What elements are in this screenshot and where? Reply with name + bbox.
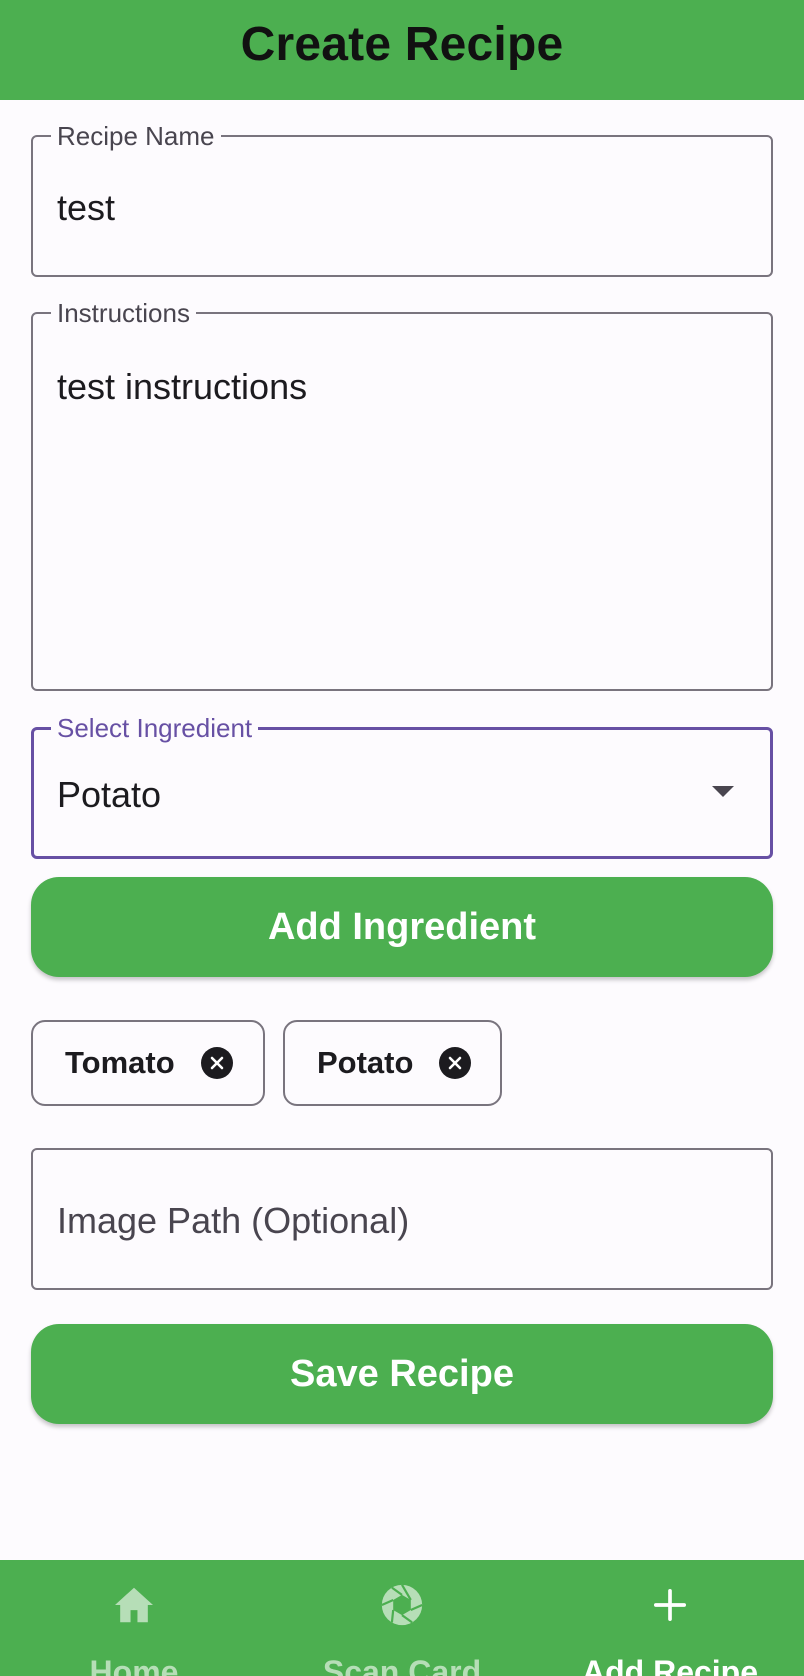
nav-label-scan-card: Scan Card <box>322 1654 482 1676</box>
plus-icon <box>647 1582 693 1628</box>
recipe-name-label: Recipe Name <box>51 120 221 152</box>
ingredient-select-dropdown[interactable]: Select Ingredient Potato <box>31 712 773 859</box>
recipe-name-value: test <box>57 187 116 228</box>
nav-item-home[interactable]: Home <box>0 1560 268 1676</box>
ingredient-select-label: Select Ingredient <box>51 712 259 744</box>
remove-circle-icon[interactable] <box>200 1047 233 1079</box>
instructions-field[interactable]: Instructions test instructions <box>31 297 773 691</box>
selected-ingredients-chips: Tomato Potato <box>31 1020 502 1106</box>
nav-item-scan-card[interactable]: Scan Card <box>268 1560 536 1676</box>
recipe-name-field[interactable]: Recipe Name test <box>31 120 773 277</box>
ingredient-chip-tomato: Tomato <box>31 1020 265 1106</box>
bottom-navigation-bar: Home Scan Card Add Recipe <box>0 1560 804 1676</box>
image-path-placeholder: Image Path (Optional) <box>57 1200 410 1241</box>
nav-label-add-recipe: Add Recipe <box>581 1654 759 1676</box>
app-bar: Create Recipe <box>0 0 804 100</box>
instructions-label: Instructions <box>51 297 196 329</box>
create-recipe-screen: Create Recipe Recipe Name test Instructi… <box>0 0 804 1676</box>
add-ingredient-button-label: Add Ingredient <box>267 905 537 948</box>
save-recipe-button-label: Save Recipe <box>290 1352 514 1395</box>
chip-label: Tomato <box>65 1045 175 1080</box>
remove-circle-icon[interactable] <box>439 1047 472 1079</box>
ingredient-chip-potato: Potato <box>283 1020 502 1106</box>
nav-item-add-recipe[interactable]: Add Recipe <box>536 1560 804 1676</box>
add-ingredient-button[interactable]: Add Ingredient <box>31 877 773 977</box>
image-path-field[interactable]: Image Path (Optional) <box>31 1148 773 1290</box>
ingredient-select-value: Potato <box>57 774 162 815</box>
camera-shutter-icon <box>379 1582 425 1628</box>
nav-label-home: Home <box>89 1654 179 1676</box>
chip-label: Potato <box>317 1045 414 1080</box>
instructions-value: test instructions <box>57 366 308 407</box>
page-title: Create Recipe <box>240 17 564 71</box>
home-icon <box>111 1582 157 1628</box>
save-recipe-button[interactable]: Save Recipe <box>31 1324 773 1424</box>
dropdown-arrow-icon[interactable] <box>712 786 734 797</box>
